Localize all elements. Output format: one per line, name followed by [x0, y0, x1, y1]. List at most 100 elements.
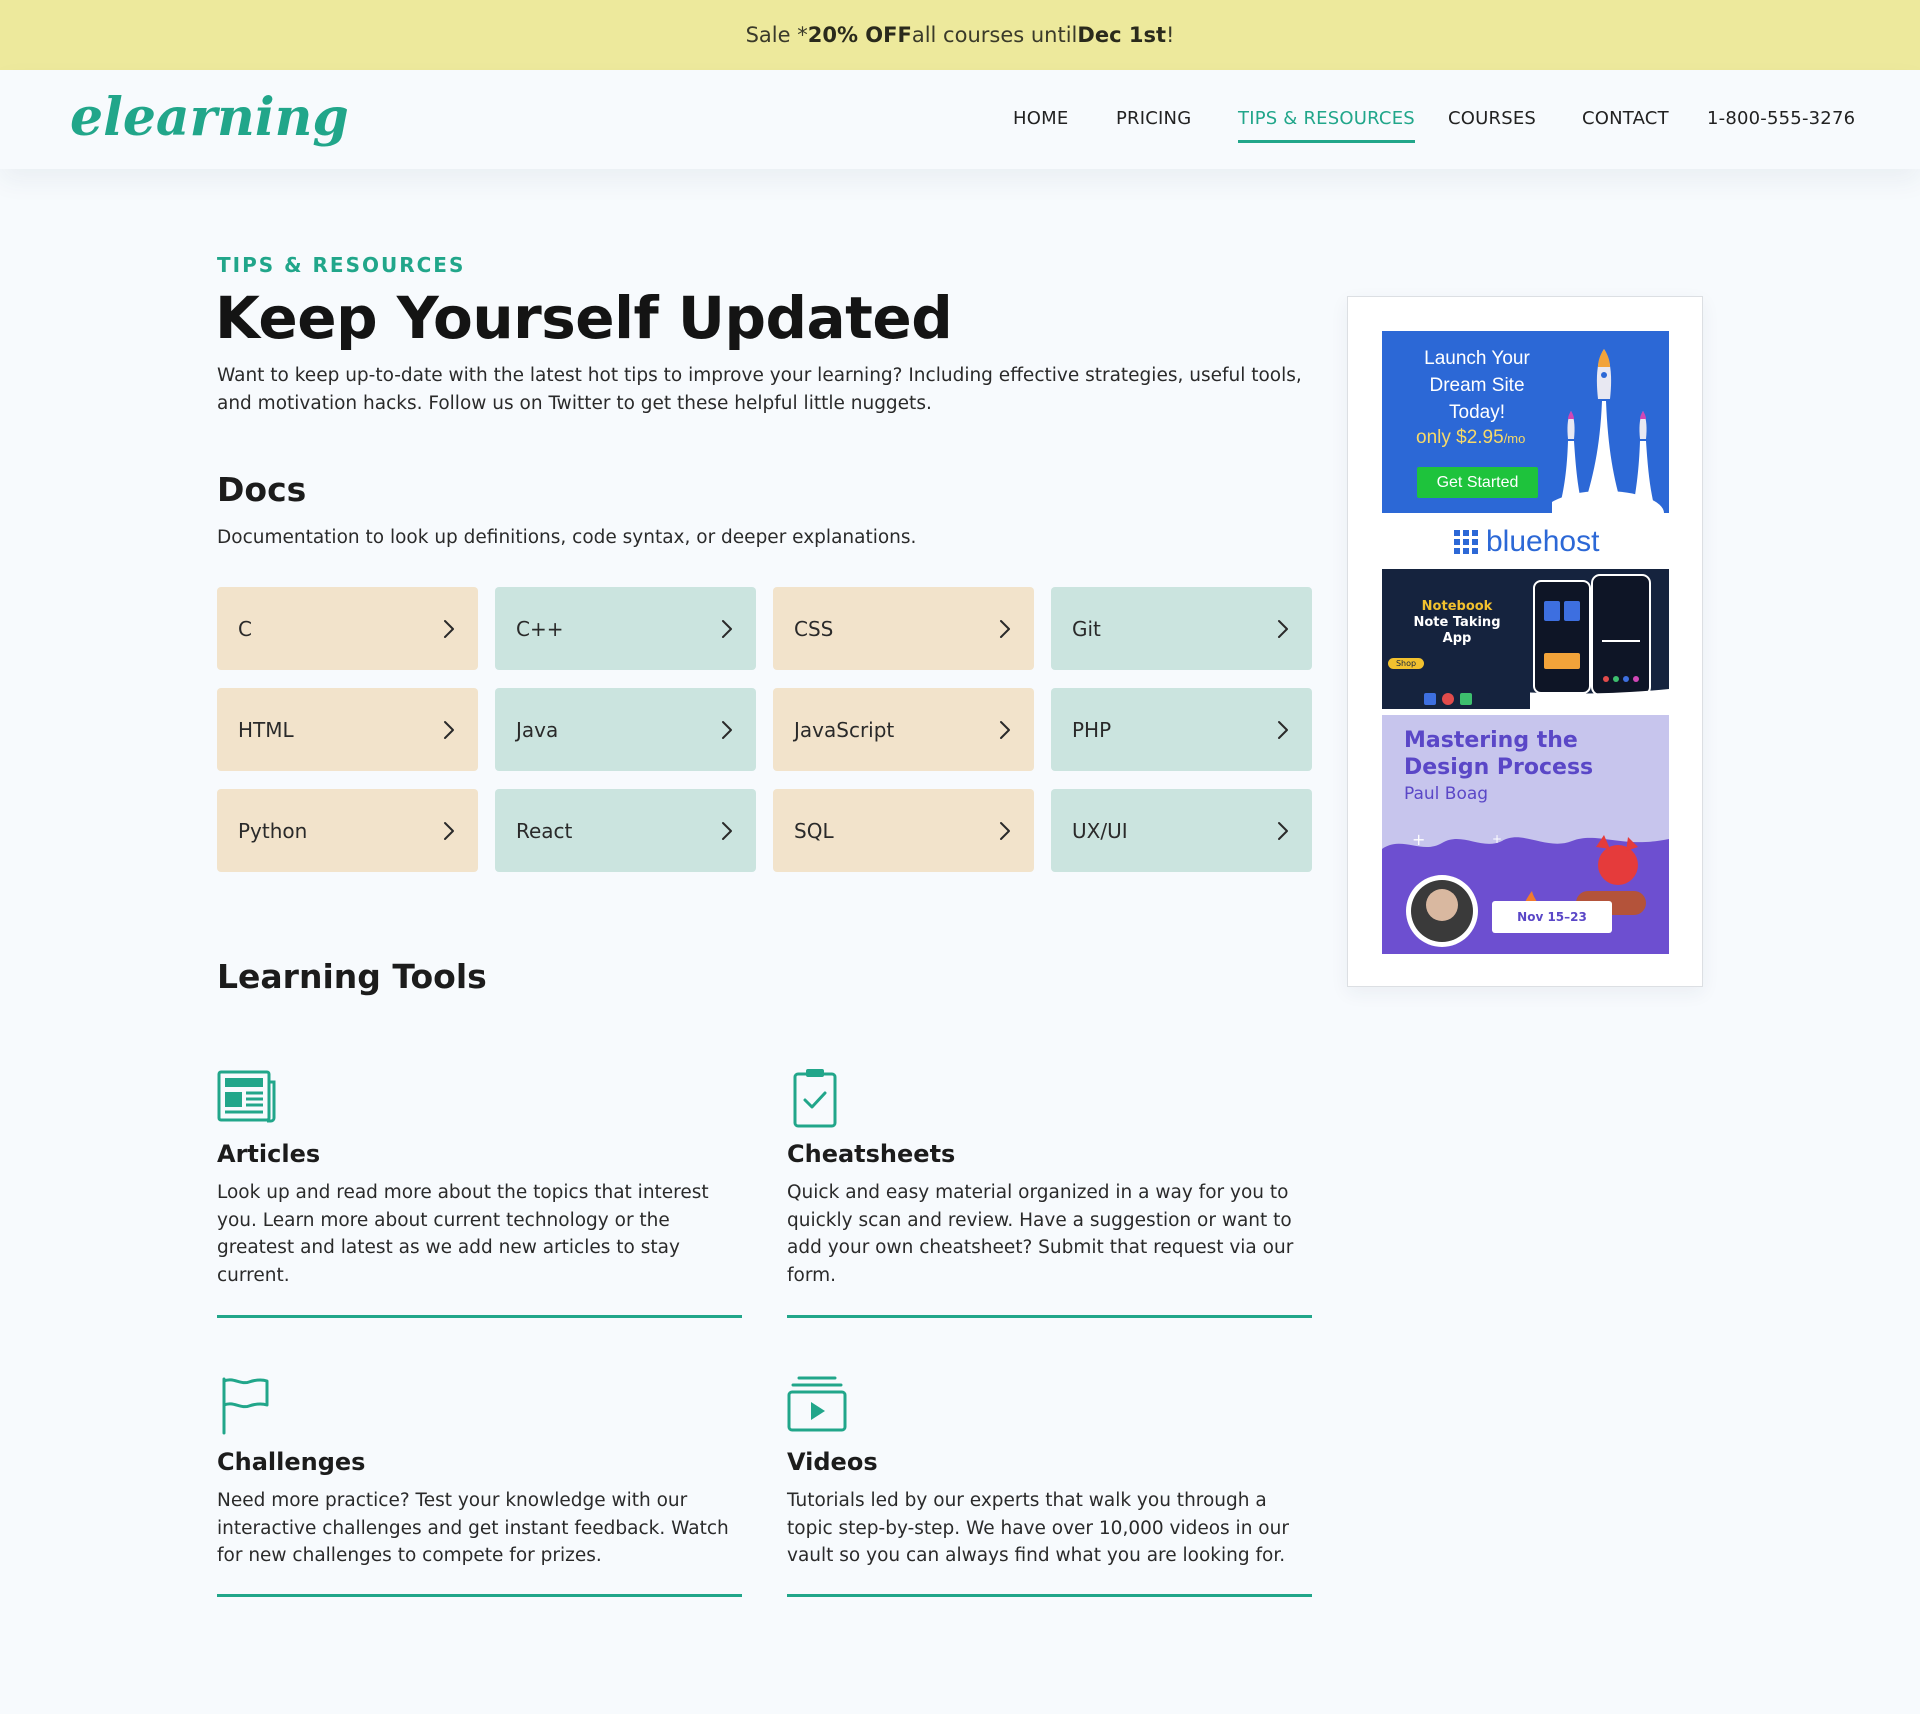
doc-card-ux-ui[interactable]: UX/UI	[1051, 789, 1312, 872]
tool-title: Challenges	[217, 1448, 366, 1476]
ad-brand-name: Notebook	[1421, 599, 1493, 614]
doc-label: PHP	[1072, 717, 1112, 742]
doc-card-javascript[interactable]: JavaScript	[773, 688, 1034, 771]
divider	[787, 1594, 1312, 1597]
docs-heading: Docs	[217, 470, 307, 509]
newspaper-icon	[217, 1070, 276, 1123]
sale-suffix: !	[1166, 23, 1175, 47]
tool-description: Quick and easy material organized in a w…	[787, 1182, 1294, 1286]
doc-card-java[interactable]: Java	[495, 688, 756, 771]
sale-discount: 20% OFF	[807, 23, 912, 47]
ad-headline: Launch Your Dream Site Today!	[1424, 348, 1530, 423]
chevron-right-icon	[1278, 619, 1288, 638]
ad-design-process-banner[interactable]: Mastering the Design Process Paul Boag +…	[1382, 715, 1669, 954]
campfire-illustration-icon: + +	[1382, 830, 1669, 954]
event-dates-badge: Nov 15–23	[1492, 901, 1612, 933]
chevron-right-icon	[1000, 821, 1010, 840]
doc-card-c[interactable]: C	[217, 587, 478, 670]
ad-headline: Mastering the Design Process	[1404, 728, 1594, 780]
doc-label: C++	[516, 616, 564, 641]
learning-tools-heading: Learning Tools	[217, 957, 487, 996]
clipboard-check-icon	[793, 1069, 837, 1128]
doc-card-python[interactable]: Python	[217, 789, 478, 872]
ad-price-unit: /mo	[1503, 431, 1526, 446]
sale-middle: all courses until	[911, 23, 1078, 47]
chevron-right-icon	[444, 720, 454, 739]
doc-card-html[interactable]: HTML	[217, 688, 478, 771]
site-header: elearning HOME PRICING TIPS & RESOURCES …	[0, 70, 1920, 169]
tool-title: Articles	[217, 1140, 321, 1168]
get-started-button[interactable]: Get Started	[1417, 467, 1538, 498]
ad-bluehost-banner[interactable]: Launch Your Dream Site Today! only $2.95…	[1382, 331, 1669, 513]
nav-tips-resources[interactable]: TIPS & RESOURCES	[1238, 108, 1415, 143]
doc-card-git[interactable]: Git	[1051, 587, 1312, 670]
nav-contact[interactable]: CONTACT	[1582, 108, 1669, 130]
divider	[787, 1315, 1312, 1318]
tool-description: Need more practice? Test your knowledge …	[217, 1490, 729, 1566]
grid-logo-icon	[1454, 530, 1478, 554]
doc-label: Java	[516, 717, 559, 742]
tool-description: Look up and read more about the topics t…	[217, 1182, 709, 1286]
sale-date: Dec 1st	[1077, 23, 1166, 47]
chevron-right-icon	[722, 720, 732, 739]
ad-subtitle: Note Taking App	[1413, 615, 1501, 646]
main-nav: HOME PRICING TIPS & RESOURCES COURSES CO…	[0, 70, 1920, 169]
sale-prefix: Sale *	[745, 23, 808, 47]
chevron-right-icon	[722, 619, 732, 638]
chevron-right-icon	[722, 821, 732, 840]
doc-card-php[interactable]: PHP	[1051, 688, 1312, 771]
doc-label: UX/UI	[1072, 818, 1128, 843]
tool-description: Tutorials led by our experts that walk y…	[787, 1490, 1289, 1566]
doc-card-cpp[interactable]: C++	[495, 587, 756, 670]
docs-subtitle: Documentation to look up definitions, co…	[217, 527, 917, 548]
tool-videos[interactable]: Videos Tutorials led by our experts that…	[787, 1375, 1312, 1600]
doc-label: SQL	[794, 818, 834, 843]
ad-price-amount: only $2.95	[1416, 427, 1504, 448]
doc-label: JavaScript	[794, 717, 895, 742]
doc-label: HTML	[238, 717, 294, 742]
ad-author: Paul Boag	[1404, 784, 1489, 804]
bluehost-brand-name: bluehost	[1486, 525, 1600, 558]
bluehost-logo[interactable]: bluehost	[1454, 525, 1599, 559]
docs-grid: C C++ CSS Git HTML Java JavaScript PHP P…	[217, 587, 1312, 872]
ad-price: only $2.95/mo	[1416, 427, 1525, 449]
rocket-illustration-icon	[1552, 349, 1664, 513]
video-play-icon	[787, 1376, 847, 1432]
doc-label: Git	[1072, 616, 1101, 641]
doc-card-react[interactable]: React	[495, 789, 756, 872]
chevron-right-icon	[444, 821, 454, 840]
doc-label: C	[238, 616, 252, 641]
divider	[217, 1594, 742, 1597]
nav-courses[interactable]: COURSES	[1448, 108, 1536, 130]
tool-title: Cheatsheets	[787, 1140, 956, 1168]
chevron-right-icon	[1000, 720, 1010, 739]
flag-icon	[222, 1377, 269, 1435]
tool-challenges[interactable]: Challenges Need more practice? Test your…	[217, 1375, 742, 1600]
tool-cheatsheets[interactable]: Cheatsheets Quick and easy material orga…	[787, 1068, 1312, 1320]
svg-text:+: +	[1492, 832, 1502, 846]
doc-label: React	[516, 818, 573, 843]
chevron-right-icon	[444, 619, 454, 638]
shop-badge: Shop	[1388, 658, 1424, 669]
sale-banner: Sale * 20% OFF all courses until Dec 1st…	[0, 0, 1920, 70]
doc-card-css[interactable]: CSS	[773, 587, 1034, 670]
intro-text: Want to keep up-to-date with the latest …	[217, 365, 1302, 414]
ad-notebook-banner[interactable]: Notebook Note Taking App Shop	[1382, 569, 1669, 709]
ad-sidebar: Launch Your Dream Site Today! only $2.95…	[1347, 296, 1703, 987]
tool-title: Videos	[787, 1448, 878, 1476]
divider	[217, 1315, 742, 1318]
nav-home[interactable]: HOME	[1013, 108, 1068, 130]
section-eyebrow: TIPS & RESOURCES	[217, 253, 466, 277]
ad-headline: Notebook Note Taking App	[1412, 599, 1502, 647]
doc-card-sql[interactable]: SQL	[773, 789, 1034, 872]
nav-pricing[interactable]: PRICING	[1116, 108, 1191, 130]
nav-phone[interactable]: 1-800-555-3276	[1707, 108, 1855, 130]
chevron-right-icon	[1000, 619, 1010, 638]
app-icons-row-icon	[1424, 693, 1490, 705]
svg-text:+: +	[1412, 830, 1425, 849]
chevron-right-icon	[1278, 720, 1288, 739]
doc-label: Python	[238, 818, 308, 843]
doc-label: CSS	[794, 616, 834, 641]
chevron-right-icon	[1278, 821, 1288, 840]
tool-articles[interactable]: Articles Look up and read more about the…	[217, 1068, 742, 1320]
